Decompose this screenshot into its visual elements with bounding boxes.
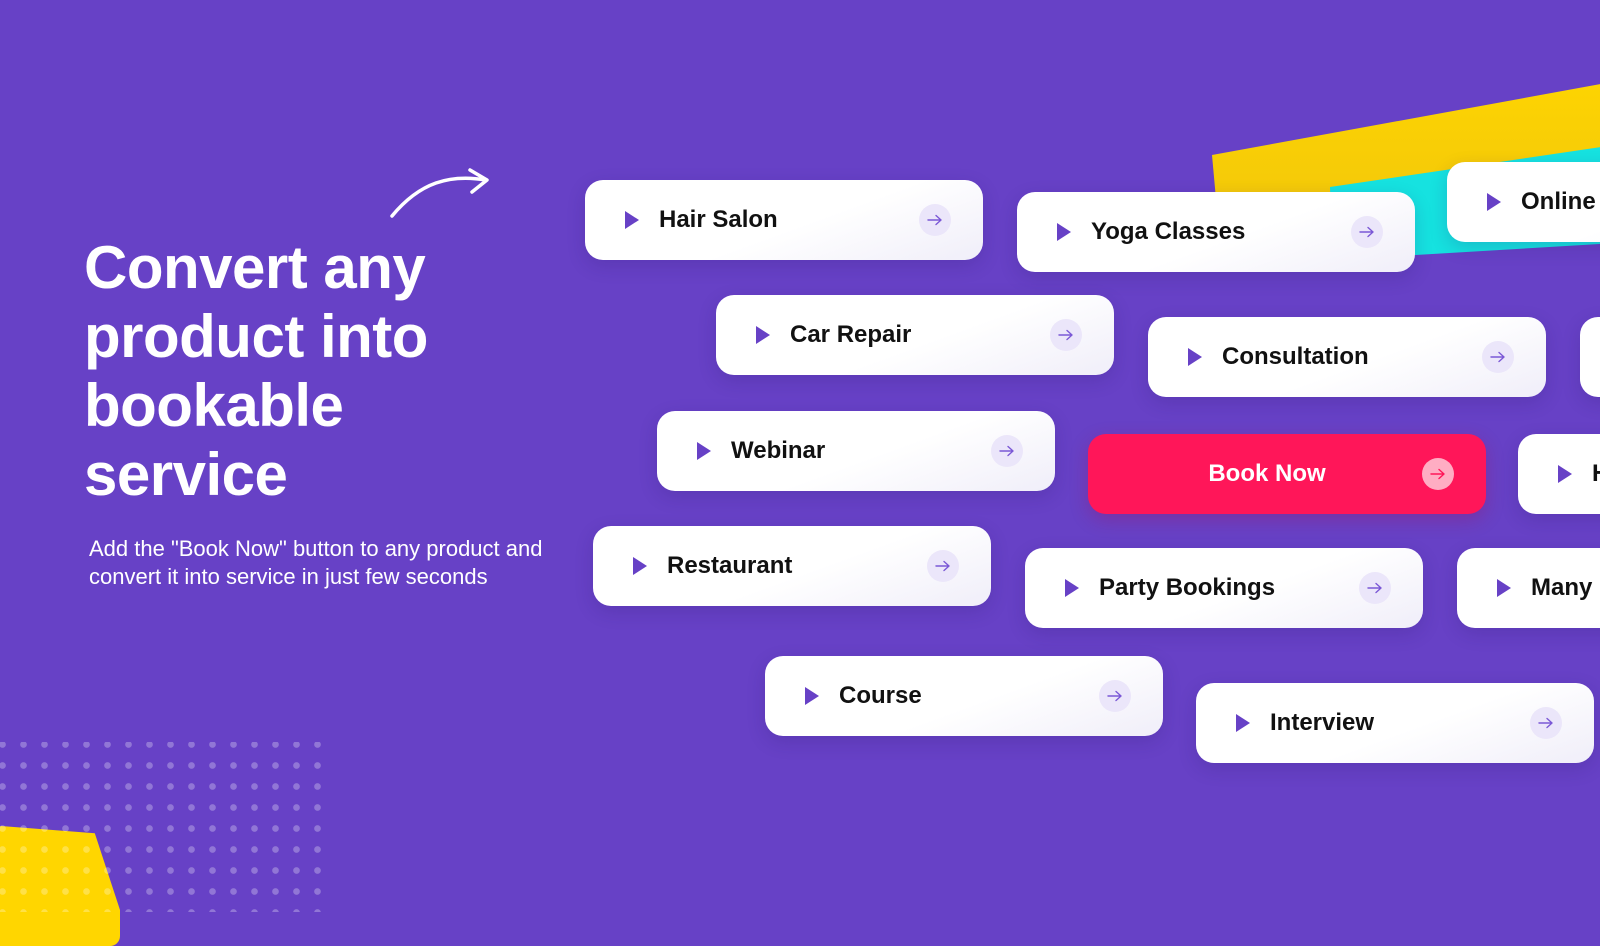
- card-label: Car Repair: [790, 321, 912, 348]
- service-card-car-repair[interactable]: Car Repair: [716, 295, 1114, 375]
- card-label: H: [1592, 460, 1600, 488]
- card-label: Many r: [1531, 574, 1600, 601]
- play-icon: [805, 687, 819, 705]
- play-icon: [1065, 579, 1079, 597]
- card-label: Hair Salon: [659, 206, 778, 233]
- arrow-right-icon[interactable]: [1050, 319, 1082, 351]
- play-icon: [1497, 579, 1511, 597]
- play-icon: [625, 211, 639, 229]
- service-card-yoga-classes[interactable]: Yoga Classes: [1017, 192, 1415, 272]
- service-card-partial[interactable]: [1580, 317, 1600, 397]
- hero-subtext: Add the "Book Now" button to any product…: [89, 536, 543, 589]
- service-card-hair-salon[interactable]: Hair Salon: [585, 180, 983, 260]
- play-icon: [1487, 193, 1501, 211]
- service-card-course[interactable]: Course: [765, 656, 1163, 736]
- play-icon: [756, 326, 770, 344]
- card-label: Yoga Classes: [1091, 218, 1246, 245]
- arrow-right-icon[interactable]: [991, 435, 1023, 467]
- card-label: Webinar: [731, 437, 826, 464]
- service-card-restaurant[interactable]: Restaurant: [593, 526, 991, 606]
- arrow-right-icon[interactable]: [1422, 458, 1454, 490]
- play-icon: [697, 442, 711, 460]
- dot-grid-decoration: [0, 742, 322, 912]
- play-icon: [633, 557, 647, 575]
- arrow-right-icon[interactable]: [1099, 680, 1131, 712]
- card-label: Consultation: [1222, 343, 1369, 370]
- card-label: Restaurant: [667, 552, 793, 579]
- arrow-right-icon[interactable]: [1482, 341, 1514, 373]
- card-label: Interview: [1270, 709, 1375, 736]
- play-icon: [1188, 348, 1202, 366]
- service-card-online-c[interactable]: Online C: [1447, 162, 1600, 242]
- service-card-webinar[interactable]: Webinar: [657, 411, 1055, 491]
- card-label: Online C: [1521, 188, 1600, 215]
- hero-headline: Convert any product into bookable servic…: [84, 234, 428, 508]
- play-icon: [1558, 465, 1572, 483]
- service-card-party-bookings[interactable]: Party Bookings: [1025, 548, 1423, 628]
- card-label: Course: [839, 682, 922, 709]
- play-icon: [1057, 223, 1071, 241]
- service-card-interview[interactable]: Interview: [1196, 683, 1594, 763]
- service-card-many-r[interactable]: Many r: [1457, 548, 1600, 628]
- arrow-right-icon[interactable]: [1530, 707, 1562, 739]
- service-card-h[interactable]: H: [1518, 434, 1600, 514]
- play-icon: [1236, 714, 1250, 732]
- arrow-right-icon[interactable]: [927, 550, 959, 582]
- card-label: Book Now: [1208, 460, 1326, 487]
- card-label: Party Bookings: [1099, 574, 1276, 601]
- book-now-button[interactable]: Book Now: [1088, 434, 1486, 514]
- arrow-right-icon[interactable]: [1359, 572, 1391, 604]
- arrow-right-icon[interactable]: [1351, 216, 1383, 248]
- curved-arrow-icon: [390, 168, 489, 218]
- arrow-right-icon[interactable]: [919, 204, 951, 236]
- service-card-consultation[interactable]: Consultation: [1148, 317, 1546, 397]
